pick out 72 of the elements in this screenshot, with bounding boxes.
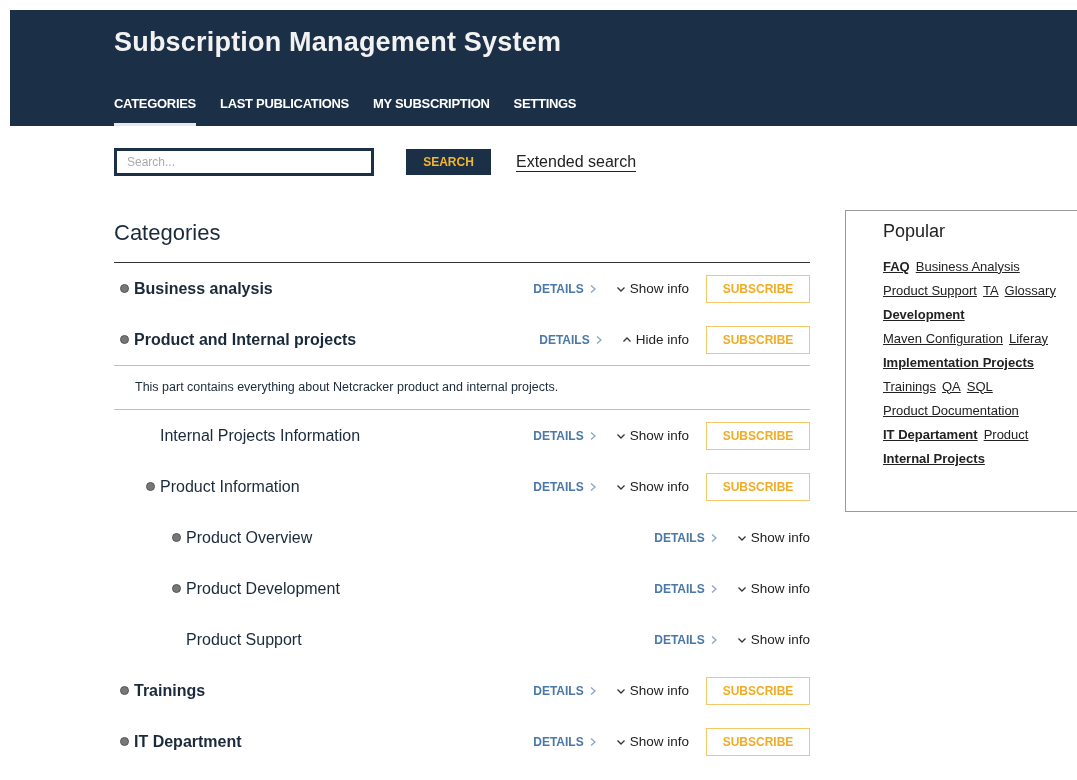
info-toggle[interactable]: Hide info xyxy=(622,329,689,350)
category-description: This part contains everything about Netcracker product and internal projects. xyxy=(114,365,810,411)
category-name[interactable]: Product and Internal projects xyxy=(134,327,357,352)
details-link[interactable]: DETAILS xyxy=(533,681,597,700)
section-title: Categories xyxy=(114,220,810,264)
chevron-right-icon xyxy=(709,584,718,593)
tag-link[interactable]: Glossary xyxy=(1004,280,1056,301)
details-link[interactable]: DETAILS xyxy=(533,732,597,751)
category-name[interactable]: Product Information xyxy=(160,474,300,499)
chevron-right-icon xyxy=(588,482,597,491)
info-toggle[interactable]: Show info xyxy=(737,527,810,548)
site-title: Subscription Management System xyxy=(114,26,563,59)
chevron-down-icon xyxy=(737,584,746,593)
nav-tab[interactable]: LAST PUBLICATIONS xyxy=(220,72,349,126)
chevron-right-icon xyxy=(709,635,718,644)
category-name[interactable]: Business analysis xyxy=(134,276,273,301)
info-toggle[interactable]: Show info xyxy=(616,278,689,299)
info-toggle[interactable]: Show info xyxy=(737,629,810,650)
tag-link[interactable]: Implementation Projects xyxy=(883,352,1034,373)
search-button[interactable]: SEARCH xyxy=(406,149,491,175)
details-link[interactable]: DETAILS xyxy=(533,477,597,496)
category-name[interactable]: Trainings xyxy=(134,678,206,703)
category-name[interactable]: Internal Projects Information xyxy=(160,423,361,448)
chevron-down-icon xyxy=(616,284,625,293)
category-name[interactable]: IT Department xyxy=(134,729,242,754)
tag-link[interactable]: Business Analysis xyxy=(915,256,1020,277)
tag-link[interactable]: Maven Configuration xyxy=(883,328,1003,349)
tag-link[interactable]: Liferay xyxy=(1008,328,1048,349)
chevron-down-icon xyxy=(616,686,625,695)
chevron-right-icon xyxy=(594,335,603,344)
info-toggle[interactable]: Show info xyxy=(616,731,689,752)
chevron-right-icon xyxy=(709,533,718,542)
chevron-down-icon xyxy=(737,533,746,542)
chevron-down-icon xyxy=(616,482,625,491)
tag-link[interactable]: Product Documentation xyxy=(883,400,1019,421)
chevron-down-icon xyxy=(616,431,625,440)
chevron-right-icon xyxy=(588,431,597,440)
details-link[interactable]: DETAILS xyxy=(533,426,597,445)
tag-link[interactable]: Product xyxy=(983,424,1029,445)
category-name[interactable]: Product Overview xyxy=(186,525,313,550)
details-link[interactable]: DETAILS xyxy=(654,579,718,598)
details-link[interactable]: DETAILS xyxy=(533,279,597,298)
chevron-down-icon xyxy=(616,737,625,746)
details-link[interactable]: DETAILS xyxy=(654,528,718,547)
category-name[interactable]: Product Support xyxy=(186,627,302,652)
info-toggle[interactable]: Show info xyxy=(616,680,689,701)
details-link[interactable]: DETAILS xyxy=(654,630,718,649)
nav-tab[interactable]: SETTINGS xyxy=(513,72,577,126)
nav-tab[interactable]: MY SUBSCRIPTION xyxy=(373,72,490,126)
category-name[interactable]: Product Development xyxy=(186,576,340,601)
tag-link[interactable]: Trainings xyxy=(883,376,936,397)
chevron-right-icon xyxy=(588,737,597,746)
tag-link[interactable]: QA xyxy=(942,376,961,397)
tag-link[interactable]: TA xyxy=(982,280,999,301)
extended-search-link[interactable]: Extended search xyxy=(516,151,637,173)
chevron-right-icon xyxy=(588,284,597,293)
tag-link[interactable]: Development xyxy=(883,304,965,325)
search-field[interactable]: Search... xyxy=(114,148,374,176)
tag-link[interactable]: FAQ xyxy=(883,256,910,277)
info-toggle[interactable]: Show info xyxy=(737,578,810,599)
chevron-up-icon xyxy=(622,335,631,344)
chevron-down-icon xyxy=(737,635,746,644)
tag-link[interactable]: IT Departament xyxy=(883,424,978,445)
tag-link[interactable]: Product Support xyxy=(883,280,977,301)
nav-tab[interactable]: CATEGORIES xyxy=(114,72,196,126)
panel-title: Popular xyxy=(883,221,947,243)
chevron-right-icon xyxy=(588,686,597,695)
tag-link[interactable]: Internal Projects xyxy=(883,448,985,469)
tag-link[interactable]: SQL xyxy=(966,376,993,397)
details-link[interactable]: DETAILS xyxy=(539,330,603,349)
info-toggle[interactable]: Show info xyxy=(616,425,689,446)
info-toggle[interactable]: Show info xyxy=(616,476,689,497)
